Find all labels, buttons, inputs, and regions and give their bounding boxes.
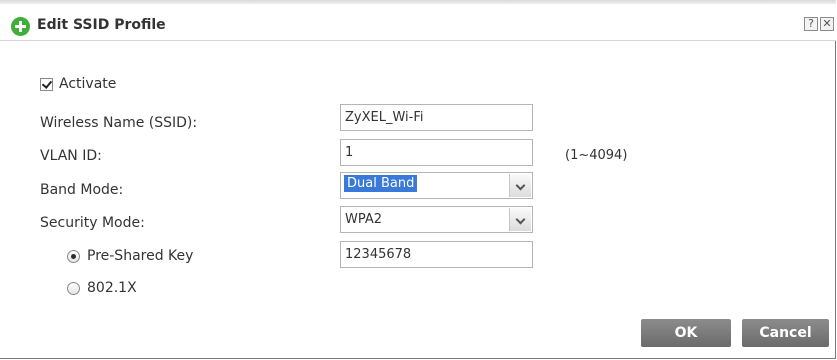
chevron-down-icon[interactable] (509, 174, 531, 197)
edit-ssid-profile-dialog: Edit SSID Profile ? ✕ Activate Wireless … (0, 0, 836, 359)
dialog-titlebar: Edit SSID Profile ? ✕ (0, 4, 836, 41)
add-icon (11, 17, 30, 36)
security-mode-label: Security Mode: (40, 215, 145, 231)
pre-shared-key-input[interactable]: 12345678 (340, 241, 533, 268)
pre-shared-key-radio[interactable] (67, 250, 80, 263)
ssid-input[interactable]: ZyXEL_Wi-Fi (340, 104, 533, 131)
vlan-id-input[interactable]: 1 (340, 139, 533, 166)
security-mode-value: WPA2 (345, 212, 383, 227)
activate-label: Activate (59, 76, 117, 92)
chevron-down-icon[interactable] (509, 208, 531, 231)
activate-checkbox[interactable] (40, 78, 53, 91)
band-mode-value: Dual Band (344, 175, 418, 192)
vlan-label: VLAN ID: (40, 148, 102, 164)
vlan-range-hint: (1~4094) (565, 148, 628, 163)
band-mode-label: Band Mode: (40, 182, 124, 198)
dot1x-label: 802.1X (87, 280, 137, 296)
close-button[interactable]: ✕ (820, 17, 834, 31)
help-button[interactable]: ? (804, 17, 818, 31)
security-mode-select[interactable]: WPA2 (340, 206, 533, 233)
band-mode-select[interactable]: Dual Band (340, 172, 533, 199)
pre-shared-key-label: Pre-Shared Key (87, 248, 194, 264)
ok-button[interactable]: OK (641, 319, 731, 347)
ssid-label: Wireless Name (SSID): (40, 115, 198, 131)
dot1x-radio[interactable] (67, 282, 80, 295)
dialog-title: Edit SSID Profile (37, 17, 166, 33)
cancel-button[interactable]: Cancel (742, 319, 829, 347)
